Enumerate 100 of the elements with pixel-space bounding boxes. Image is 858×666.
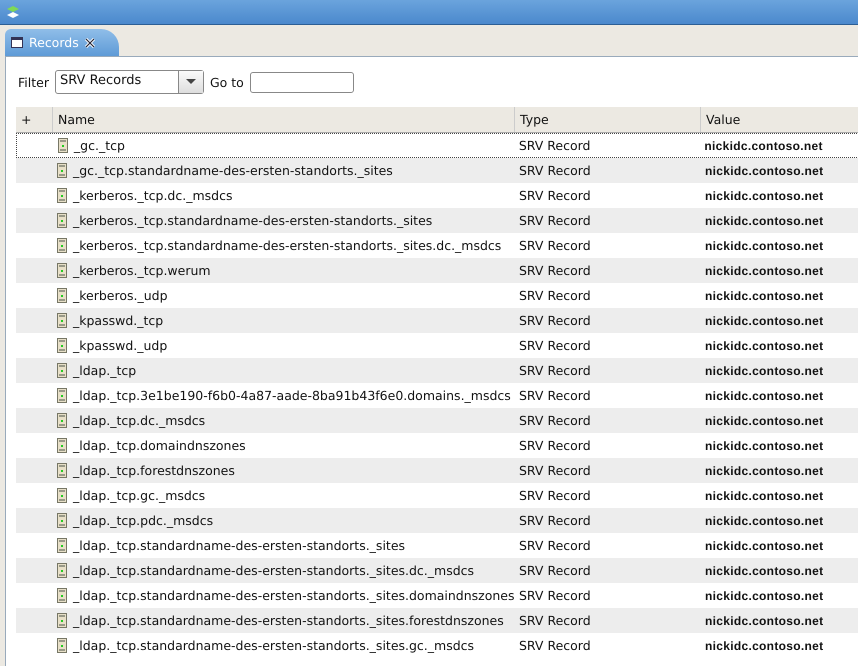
record-type: SRV Record bbox=[518, 138, 590, 153]
server-icon bbox=[57, 163, 67, 178]
close-icon[interactable] bbox=[84, 38, 95, 48]
record-type: SRV Record bbox=[519, 363, 591, 378]
record-type: SRV Record bbox=[519, 613, 591, 628]
record-value: nickidc.contoso.net bbox=[705, 314, 824, 328]
dropdown-caret-icon bbox=[186, 79, 196, 85]
server-icon bbox=[57, 438, 67, 453]
record-name: _ldap._tcp.forestdnszones bbox=[73, 463, 235, 478]
server-icon bbox=[57, 338, 67, 353]
record-value: nickidc.contoso.net bbox=[705, 414, 824, 428]
record-name: _kpasswd._tcp bbox=[73, 313, 164, 328]
table-row[interactable]: _ldap._tcp.forestdnszones SRV Record nickidc.contoso.net bbox=[16, 458, 858, 483]
record-type: SRV Record bbox=[519, 563, 591, 578]
record-type: SRV Record bbox=[519, 313, 591, 328]
table-row[interactable]: _kpasswd._tcp SRV Record nickidc.contoso.net bbox=[16, 308, 858, 333]
table-row[interactable]: _gc._tcp.standardname-des-ersten-standorts._sites SRV Record nickidc.contoso.net bbox=[16, 158, 858, 183]
record-name: _ldap._tcp.standardname-des-ersten-standorts._sites.dc._msdcs bbox=[73, 563, 474, 578]
record-name: _kerberos._tcp.standardname-des-ersten-standorts._sites.dc._msdcs bbox=[73, 238, 502, 253]
record-value: nickidc.contoso.net bbox=[705, 264, 824, 278]
record-type: SRV Record bbox=[519, 388, 591, 403]
record-value: nickidc.contoso.net bbox=[705, 564, 824, 578]
column-header[interactable]: Value bbox=[700, 107, 858, 132]
record-type: SRV Record bbox=[519, 188, 591, 203]
record-name: _kpasswd._udp bbox=[73, 338, 168, 353]
record-value: nickidc.contoso.net bbox=[705, 588, 824, 602]
table-row[interactable]: _kerberos._tcp.werum SRV Record nickidc.contoso.net bbox=[16, 258, 858, 283]
column-header[interactable]: + bbox=[16, 107, 52, 132]
record-value: nickidc.contoso.net bbox=[705, 188, 824, 202]
record-type: SRV Record bbox=[519, 513, 591, 528]
record-type: SRV Record bbox=[519, 488, 591, 503]
server-icon bbox=[57, 588, 67, 603]
table-row[interactable]: _ldap._tcp.standardname-des-ersten-standorts._sites.forestdnszones SRV Record nickidc.contoso.net bbox=[16, 608, 858, 633]
record-value: nickidc.contoso.net bbox=[705, 288, 824, 302]
record-value: nickidc.contoso.net bbox=[705, 438, 824, 452]
record-type: SRV Record bbox=[519, 263, 591, 278]
server-icon bbox=[57, 513, 67, 528]
server-icon bbox=[57, 313, 67, 328]
record-value: nickidc.contoso.net bbox=[705, 338, 824, 352]
table-row[interactable]: _gc._tcp SRV Record nickidc.contoso.net bbox=[16, 133, 858, 158]
window-icon bbox=[11, 37, 23, 48]
record-value: nickidc.contoso.net bbox=[705, 538, 824, 552]
server-icon bbox=[57, 288, 67, 303]
table-row[interactable]: _ldap._tcp SRV Record nickidc.contoso.net bbox=[16, 358, 858, 383]
record-name: _kerberos._tcp.standardname-des-ersten-standorts._sites bbox=[73, 213, 432, 228]
record-name: _ldap._tcp.standardname-des-ersten-standorts._sites bbox=[73, 538, 406, 553]
filter-dropdown[interactable]: SRV Records bbox=[54, 70, 204, 94]
record-type: SRV Record bbox=[519, 163, 591, 178]
server-icon bbox=[57, 238, 67, 253]
column-header[interactable]: Type bbox=[514, 107, 700, 132]
record-type: SRV Record bbox=[519, 638, 591, 653]
record-type: SRV Record bbox=[519, 413, 591, 428]
record-value: nickidc.contoso.net bbox=[705, 488, 824, 502]
record-type: SRV Record bbox=[519, 438, 591, 453]
server-icon bbox=[57, 613, 67, 628]
table-row[interactable]: _ldap._tcp.standardname-des-ersten-standorts._sites.dc._msdcs SRV Record nickidc.contoso.net bbox=[16, 558, 858, 583]
record-value: nickidc.contoso.net bbox=[705, 638, 824, 652]
record-name: _ldap._tcp.3e1be190-f6b0-4a87-aade-8ba91b43f6e0.domains._msdcs bbox=[73, 388, 511, 403]
record-value: nickidc.contoso.net bbox=[705, 214, 824, 228]
server-icon bbox=[57, 563, 67, 578]
record-type: SRV Record bbox=[519, 213, 591, 228]
filter-label: Filter bbox=[18, 74, 49, 90]
server-icon bbox=[57, 213, 67, 228]
record-value: nickidc.contoso.net bbox=[705, 364, 824, 378]
server-icon bbox=[57, 538, 67, 553]
server-icon bbox=[57, 188, 67, 203]
record-name: _ldap._tcp.standardname-des-ersten-standorts._sites.gc._msdcs bbox=[73, 638, 474, 653]
server-icon bbox=[57, 638, 67, 653]
server-icon bbox=[57, 413, 67, 428]
table-row[interactable]: _ldap._tcp.pdc._msdcs SRV Record nickidc.contoso.net bbox=[16, 508, 858, 533]
record-name: _kerberos._tcp.dc._msdcs bbox=[73, 188, 232, 203]
record-value: nickidc.contoso.net bbox=[705, 464, 824, 478]
record-type: SRV Record bbox=[519, 463, 591, 478]
record-name: _ldap._tcp.standardname-des-ersten-standorts._sites.forestdnszones bbox=[73, 613, 504, 628]
server-icon bbox=[57, 463, 67, 478]
record-name: _gc._tcp bbox=[74, 138, 125, 153]
server-icon bbox=[57, 363, 67, 378]
record-value: nickidc.contoso.net bbox=[704, 138, 823, 152]
server-icon bbox=[57, 488, 67, 503]
server-icon bbox=[58, 138, 68, 153]
record-value: nickidc.contoso.net bbox=[705, 164, 824, 178]
record-name: _kerberos._udp bbox=[73, 288, 168, 303]
goto-label: Go to bbox=[210, 74, 244, 90]
server-icon bbox=[57, 263, 67, 278]
record-name: _ldap._tcp.dc._msdcs bbox=[73, 413, 206, 428]
server-icon bbox=[57, 388, 67, 403]
record-name: _kerberos._tcp.werum bbox=[73, 263, 211, 278]
record-value: nickidc.contoso.net bbox=[705, 514, 824, 528]
table-row[interactable]: _kerberos._tcp.standardname-des-ersten-standorts._sites SRV Record nickidc.contoso.net bbox=[16, 208, 858, 233]
record-type: SRV Record bbox=[519, 588, 591, 603]
record-type: SRV Record bbox=[519, 338, 591, 353]
record-type: SRV Record bbox=[519, 538, 591, 553]
column-header[interactable]: Name bbox=[52, 107, 514, 132]
record-type: SRV Record bbox=[519, 238, 591, 253]
record-name: _ldap._tcp.pdc._msdcs bbox=[73, 513, 214, 528]
record-type: SRV Record bbox=[519, 288, 591, 303]
goto-field[interactable] bbox=[250, 72, 354, 92]
table-row[interactable]: _ldap._tcp.dc._msdcs SRV Record nickidc.contoso.net bbox=[16, 408, 858, 433]
record-value: nickidc.contoso.net bbox=[705, 238, 824, 252]
record-name: _ldap._tcp.standardname-des-ersten-standorts._sites.domaindnszones bbox=[73, 588, 514, 603]
